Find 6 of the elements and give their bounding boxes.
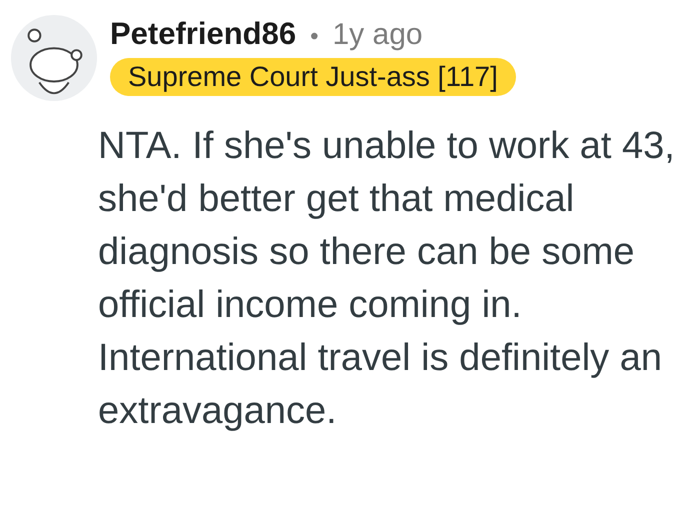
comment-text: NTA. If she's unable to work at 43, she'd better get that medical diagnosis so there can be some official income coming in. International travel is definitely an extravagance. <box>98 124 676 434</box>
user-flair: Supreme Court Just-ass [117] <box>110 58 516 96</box>
separator-dot: • <box>310 23 318 51</box>
username[interactable]: Petefriend86 <box>110 16 296 52</box>
timestamp: 1y ago <box>332 18 423 52</box>
avatar-icon <box>10 14 98 102</box>
